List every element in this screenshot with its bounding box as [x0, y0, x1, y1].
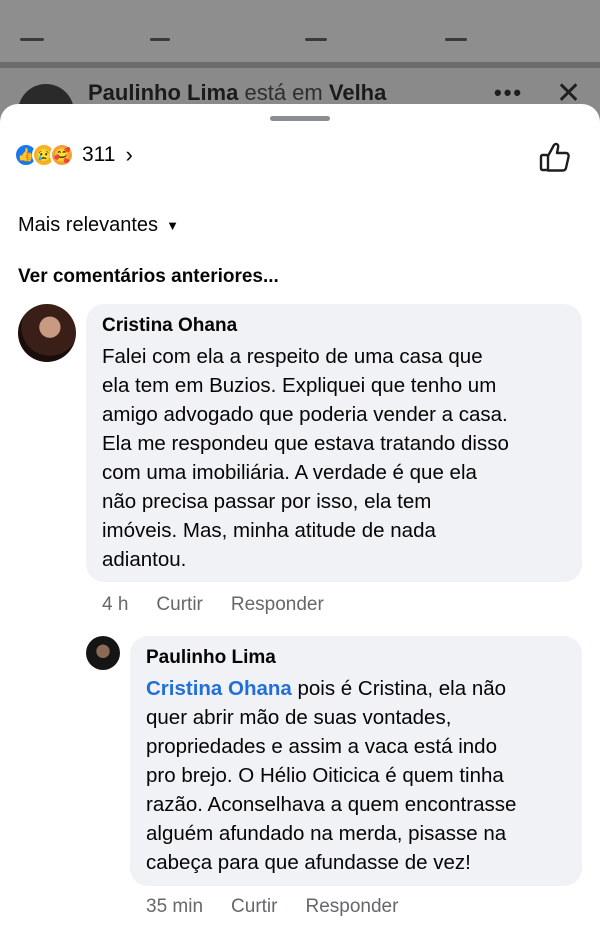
comments-sheet: 👍 😢 🥰 311 › Mais relevantes ▼ Ver coment… [0, 104, 600, 932]
like-comment-button[interactable]: Curtir [231, 896, 277, 918]
thumbs-up-icon [539, 142, 570, 172]
reply-button[interactable]: Responder [305, 896, 398, 918]
mention-link[interactable]: Cristina Ohana [146, 677, 292, 700]
comment-time: 35 min [146, 896, 204, 917]
comment-author[interactable]: Paulinho Lima [146, 646, 566, 670]
drag-handle[interactable] [270, 116, 330, 121]
reactions-summary[interactable]: 👍 😢 🥰 311 › [14, 142, 133, 168]
post-connector: está em [244, 80, 323, 105]
comment-text: Cristina Ohana pois é Cristina, ela não … [146, 674, 566, 877]
comment-actions: 35 min Curtir Responder [146, 896, 426, 918]
chevron-down-icon: ▼ [166, 218, 179, 233]
tab-indicator [20, 38, 44, 41]
post-header-title: Paulinho Lima está em Velha [88, 80, 386, 106]
dots-icon[interactable]: ••• [494, 80, 523, 106]
reply-text: pois é Cristina, ela não quer abrir mão … [146, 677, 517, 874]
reaction-count: 311 [82, 143, 116, 166]
like-comment-button[interactable]: Curtir [156, 594, 202, 616]
reply-bubble: Paulinho Lima Cristina Ohana pois é Cris… [130, 636, 582, 886]
reply-button[interactable]: Responder [231, 594, 324, 616]
comment-bubble: Cristina Ohana Falei com ela a respeito … [86, 304, 582, 582]
sort-label: Mais relevantes [18, 214, 159, 236]
care-icon: 🥰 [50, 143, 74, 167]
tab-indicator [445, 38, 467, 41]
post-location[interactable]: Velha [329, 80, 386, 105]
avatar[interactable] [86, 636, 120, 670]
avatar[interactable] [18, 304, 76, 362]
comment-author[interactable]: Cristina Ohana [102, 314, 566, 338]
like-button[interactable] [538, 140, 572, 174]
post-author-name[interactable]: Paulinho Lima [88, 80, 238, 105]
background-tab-bar [0, 0, 600, 62]
sort-dropdown[interactable]: Mais relevantes ▼ [18, 214, 179, 237]
comment-time: 4 h [102, 594, 129, 615]
view-earlier-comments-link[interactable]: Ver comentários anteriores... [18, 266, 279, 288]
comment-actions: 4 h Curtir Responder [102, 594, 352, 616]
tab-indicator [150, 38, 170, 41]
comment-text: Falei com ela a respeito de uma casa que… [102, 345, 509, 571]
tab-indicator [305, 38, 327, 41]
chevron-right-icon: › [125, 142, 133, 167]
